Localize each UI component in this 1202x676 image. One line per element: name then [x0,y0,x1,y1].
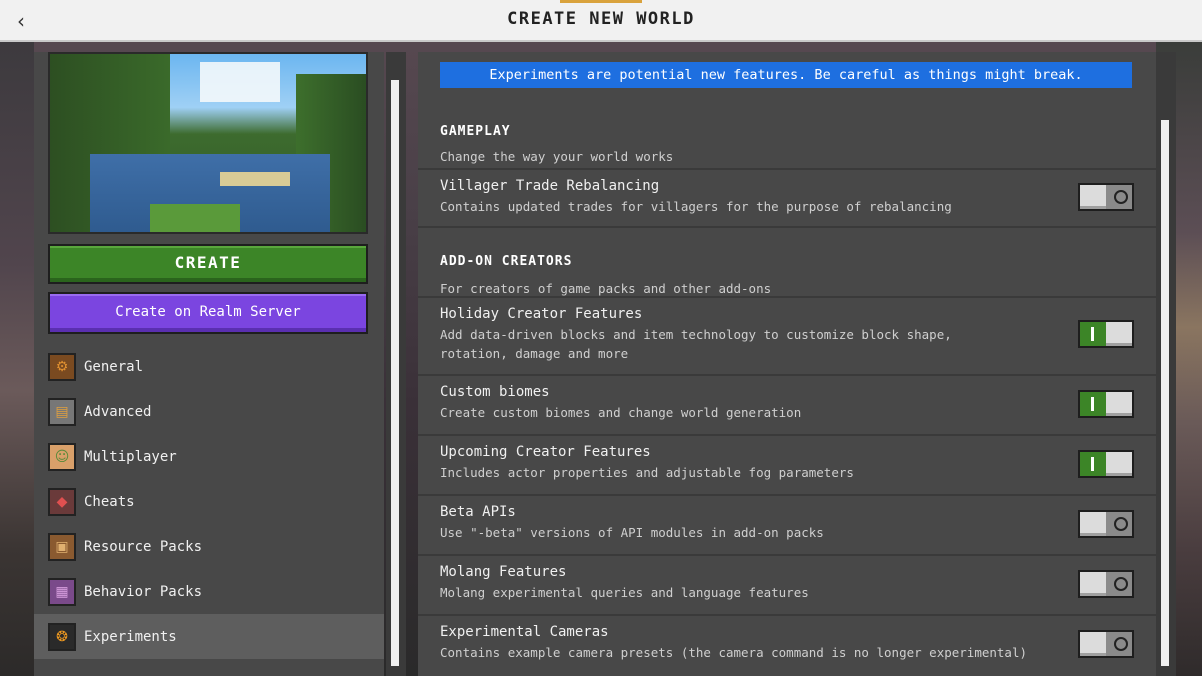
experiment-title: Custom biomes [440,384,550,400]
nav-item-label: Resource Packs [84,538,203,555]
nav-item-general[interactable]: ⚙ General [34,344,384,389]
bundle-icon: ▦ [48,577,76,606]
left-scrollbar-thumb[interactable] [391,80,399,666]
section-addon-creators: ADD-ON CREATORS For creators of game pac… [418,226,1156,296]
experiment-row: Holiday Creator Features Add data-driven… [418,296,1156,374]
section-heading: ADD-ON CREATORS [440,254,573,269]
furnace-icon: ▤ [48,397,76,426]
players-icon: ☺ [48,442,76,471]
right-scrollbar[interactable] [1156,52,1176,676]
experiment-description: Molang experimental queries and language… [440,585,809,600]
beta-apis-toggle[interactable] [1078,510,1134,538]
molang-features-toggle[interactable] [1078,570,1134,598]
experiment-description: Add data-driven blocks and item technolo… [440,327,952,361]
experiment-title: Beta APIs [440,504,516,520]
create-button[interactable]: CREATE [48,244,368,284]
left-panel: CREATE Create on Realm Server ⚙ General … [34,52,384,676]
experiments-icon: ❂ [48,622,76,651]
experiment-description: Includes actor properties and adjustable… [440,465,854,480]
experiment-title: Villager Trade Rebalancing [440,178,660,194]
experiment-title: Upcoming Creator Features [440,444,651,460]
experiments-panel: Experiments are potential new features. … [418,52,1156,676]
section-heading: GAMEPLAY [440,124,511,139]
experimental-cameras-toggle[interactable] [1078,630,1134,658]
nav-item-experiments[interactable]: ❂ Experiments [34,614,384,659]
experiment-description: Create custom biomes and change world ge… [440,405,802,420]
nav-item-label: Advanced [84,403,152,420]
gear-icon: ⚙ [48,352,76,381]
experiment-description: Use "-beta" versions of API modules in a… [440,525,824,540]
experiment-row: Upcoming Creator Features Includes actor… [418,434,1156,494]
nav-item-advanced[interactable]: ▤ Advanced [34,389,384,434]
nav-item-behavior-packs[interactable]: ▦ Behavior Packs [34,569,384,614]
nav-item-label: Multiplayer [84,448,177,465]
chest-icon: ▣ [48,532,76,561]
nav-item-label: Experiments [84,628,177,645]
header-accent [560,0,642,3]
section-description: Change the way your world works [440,149,674,164]
header-bar: ‹ CREATE NEW WORLD [0,0,1202,42]
command-block-icon: ◆ [48,487,76,516]
page-title: CREATE NEW WORLD [507,9,695,29]
nav-item-resource-packs[interactable]: ▣ Resource Packs [34,524,384,569]
create-on-realm-button[interactable]: Create on Realm Server [48,292,368,334]
left-scrollbar[interactable] [386,52,406,676]
villager-trade-toggle[interactable] [1078,183,1134,211]
experiment-row: Experimental Cameras Contains example ca… [418,614,1156,676]
world-preview-image [48,52,368,234]
custom-biomes-toggle[interactable] [1078,390,1134,418]
experiment-description: Contains updated trades for villagers fo… [440,199,952,214]
experiment-row: Villager Trade Rebalancing Contains upda… [418,168,1156,226]
nav-item-label: Behavior Packs [84,583,203,600]
nav-item-cheats[interactable]: ◆ Cheats [34,479,384,524]
settings-nav: ⚙ General ▤ Advanced ☺ Multiplayer ◆ Che… [34,344,384,659]
section-gameplay: GAMEPLAY Change the way your world works [418,124,1156,164]
holiday-creator-toggle[interactable] [1078,320,1134,348]
experiment-title: Experimental Cameras [440,624,609,640]
experiment-row: Custom biomes Create custom biomes and c… [418,374,1156,434]
right-scrollbar-thumb[interactable] [1161,120,1169,666]
warning-banner: Experiments are potential new features. … [440,62,1132,88]
nav-item-label: Cheats [84,493,135,510]
experiment-title: Molang Features [440,564,567,580]
experiment-row: Molang Features Molang experimental quer… [418,554,1156,614]
experiment-row: Beta APIs Use "-beta" versions of API mo… [418,494,1156,554]
nav-item-label: General [84,358,144,375]
upcoming-creator-toggle[interactable] [1078,450,1134,478]
experiment-description: Contains example camera presets (the cam… [440,645,1027,660]
nav-item-multiplayer[interactable]: ☺ Multiplayer [34,434,384,479]
background-left-edge [0,42,34,676]
experiment-title: Holiday Creator Features [440,306,643,322]
